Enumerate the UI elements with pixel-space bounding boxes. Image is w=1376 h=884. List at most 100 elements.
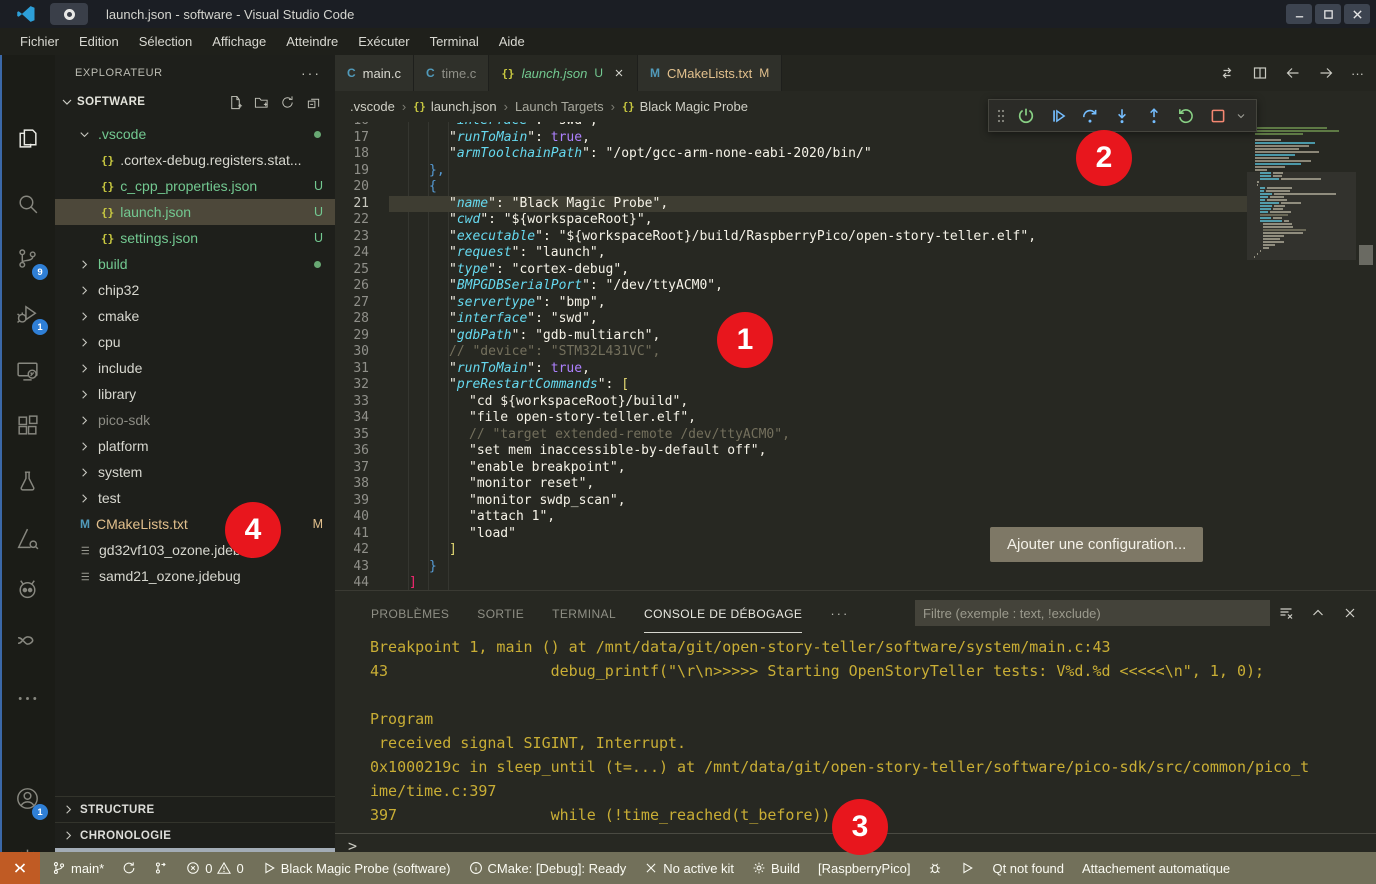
sidebar-section-chronologie[interactable]: CHRONOLOGIE (55, 822, 335, 848)
restart-button[interactable] (1171, 102, 1200, 130)
tree-item-samd21-ozone-jdebug[interactable]: samd21_ozone.jdebug (55, 563, 335, 589)
menu-item-atteindre[interactable]: Atteindre (276, 28, 348, 55)
sidebar-section-structure[interactable]: STRUCTURE (55, 796, 335, 822)
close-button[interactable] (1344, 4, 1370, 24)
navigate-back-icon[interactable] (1285, 65, 1301, 81)
tree-item-chip32[interactable]: chip32 (55, 277, 335, 303)
code-line-42[interactable]: 42] (335, 542, 1376, 559)
debug-toolbar-dropdown-icon[interactable] (1235, 110, 1249, 122)
tree-item-build[interactable]: build (55, 251, 335, 277)
code-line-30[interactable]: 30// "device": "STM32L431VC", (335, 344, 1376, 361)
code-line-20[interactable]: 20{ (335, 179, 1376, 196)
code-line-19[interactable]: 19}, (335, 163, 1376, 180)
code-line-33[interactable]: 33"cd ${workspaceRoot}/build", (335, 394, 1376, 411)
new-file-icon[interactable] (228, 95, 243, 110)
tree-item-cmake[interactable]: cmake (55, 303, 335, 329)
editor-scrollbar[interactable] (1356, 122, 1376, 590)
tree-item--vscode[interactable]: .vscode (55, 121, 335, 147)
breadcrumb-item[interactable]: .vscode (350, 99, 395, 114)
code-line-29[interactable]: 29"gdbPath": "gdb-multiarch", (335, 328, 1376, 345)
tree-item-cmakelists-txt[interactable]: MCMakeLists.txtM (55, 511, 335, 537)
menu-item-aide[interactable]: Aide (489, 28, 535, 55)
status-problems[interactable]: 00 (177, 852, 252, 884)
menu-item-exécuter[interactable]: Exécuter (348, 28, 419, 55)
status-black-magic-probe-software-[interactable]: Black Magic Probe (software) (253, 852, 460, 884)
step-into-button[interactable] (1107, 102, 1136, 130)
activity-search-icon[interactable] (0, 178, 55, 228)
tree-item-settings-json[interactable]: {}settings.jsonU (55, 225, 335, 251)
code-editor[interactable]: 16"interface": "swd",17"runToMain": true… (335, 122, 1376, 590)
breadcrumb-item[interactable]: Launch Targets (515, 99, 604, 114)
clear-console-icon[interactable] (1278, 605, 1294, 621)
breadcrumb-item[interactable]: {}Black Magic Probe (622, 99, 748, 114)
code-line-34[interactable]: 34"file open-story-teller.elf", (335, 410, 1376, 427)
breadcrumb-item[interactable]: {}launch.json (413, 99, 496, 114)
editor-more-actions-icon[interactable]: ··· (1351, 66, 1364, 81)
refresh-icon[interactable] (280, 95, 295, 110)
status-build[interactable]: Build (743, 852, 809, 884)
minimize-button[interactable] (1286, 4, 1312, 24)
activity-run-debug-icon[interactable]: 1 (0, 288, 55, 338)
tree-item-platform[interactable]: platform (55, 433, 335, 459)
close-panel-icon[interactable] (1342, 605, 1358, 621)
status-remote[interactable] (0, 852, 40, 884)
status-attachement-automatique[interactable]: Attachement automatique (1073, 852, 1239, 884)
panel-tab-sortie[interactable]: SORTIE (477, 594, 524, 633)
code-line-28[interactable]: 28"interface": "swd", (335, 311, 1376, 328)
code-line-43[interactable]: 43} (335, 559, 1376, 576)
tree-item-launch-json[interactable]: {}launch.jsonU (55, 199, 335, 225)
menu-item-affichage[interactable]: Affichage (202, 28, 276, 55)
status-compare[interactable] (145, 852, 177, 884)
status-play[interactable] (951, 852, 983, 884)
tab-time-c[interactable]: Ctime.c (414, 55, 489, 91)
code-line-18[interactable]: 18"armToolchainPath": "/opt/gcc-arm-none… (335, 146, 1376, 163)
code-line-35[interactable]: 35// "target extended-remote /dev/ttyACM… (335, 427, 1376, 444)
tree-item-system[interactable]: system (55, 459, 335, 485)
activity-platformio-icon[interactable] (0, 563, 55, 613)
step-over-button[interactable] (1075, 102, 1104, 130)
step-out-button[interactable] (1139, 102, 1168, 130)
explorer-more-actions-icon[interactable]: ··· (301, 65, 321, 81)
code-line-39[interactable]: 39"monitor swdp_scan", (335, 493, 1376, 510)
sidebar-horizontal-scrollbar[interactable] (55, 848, 335, 852)
console-filter-input[interactable] (915, 600, 1270, 626)
continue-button[interactable] (1043, 102, 1072, 130)
code-line-24[interactable]: 24"request": "launch", (335, 245, 1376, 262)
new-folder-icon[interactable] (254, 95, 269, 110)
workspace-section-header[interactable]: SOFTWARE (55, 90, 335, 114)
code-line-26[interactable]: 26"BMPGDBSerialPort": "/dev/ttyACM0", (335, 278, 1376, 295)
code-line-37[interactable]: 37"enable breakpoint", (335, 460, 1376, 477)
code-line-31[interactable]: 31"runToMain": true, (335, 361, 1376, 378)
tree-item--cortex-debug-registers-stat-[interactable]: {}.cortex-debug.registers.stat... (55, 147, 335, 173)
code-line-27[interactable]: 27"servertype": "bmp", (335, 295, 1376, 312)
compare-changes-icon[interactable] (1219, 65, 1235, 81)
stop-button[interactable] (1203, 102, 1232, 130)
tree-item-c-cpp-properties-json[interactable]: {}c_cpp_properties.jsonU (55, 173, 335, 199)
tree-item-include[interactable]: include (55, 355, 335, 381)
menu-item-fichier[interactable]: Fichier (10, 28, 69, 55)
tree-item-gd32vf103-ozone-jdebug[interactable]: gd32vf103_ozone.jdebug (55, 537, 335, 563)
panel-tab-probl-mes[interactable]: PROBLÈMES (371, 594, 449, 633)
activity-explorer-icon[interactable] (0, 113, 55, 163)
menu-item-terminal[interactable]: Terminal (420, 28, 489, 55)
status-qt-not-found[interactable]: Qt not found (983, 852, 1073, 884)
collapse-all-icon[interactable] (306, 95, 321, 110)
add-configuration-button[interactable]: Ajouter une configuration... (990, 527, 1203, 562)
minimap[interactable] (1247, 122, 1356, 590)
tab-launch-json[interactable]: {}launch.jsonU (489, 55, 638, 91)
minimap-slider[interactable] (1247, 172, 1356, 260)
activity-remote-explorer-icon[interactable] (0, 345, 55, 395)
panel-tab-console-de-d-bogage[interactable]: CONSOLE DE DÉBOGAGE (644, 594, 802, 633)
code-line-38[interactable]: 38"monitor reset", (335, 476, 1376, 493)
menu-item-edition[interactable]: Edition (69, 28, 129, 55)
tab-main-c[interactable]: Cmain.c (335, 55, 414, 91)
activity-more-icon[interactable] (0, 673, 55, 723)
code-line-32[interactable]: 32"preRestartCommands": [ (335, 377, 1376, 394)
close-tab-icon[interactable] (613, 67, 625, 79)
activity-cmake-icon[interactable] (0, 513, 55, 563)
code-line-40[interactable]: 40"attach 1", (335, 509, 1376, 526)
activity-source-control-icon[interactable]: 9 (0, 233, 55, 283)
code-line-41[interactable]: 41"load" (335, 526, 1376, 543)
status-bug[interactable] (919, 852, 951, 884)
status-cmake-debug-ready[interactable]: CMake: [Debug]: Ready (460, 852, 636, 884)
